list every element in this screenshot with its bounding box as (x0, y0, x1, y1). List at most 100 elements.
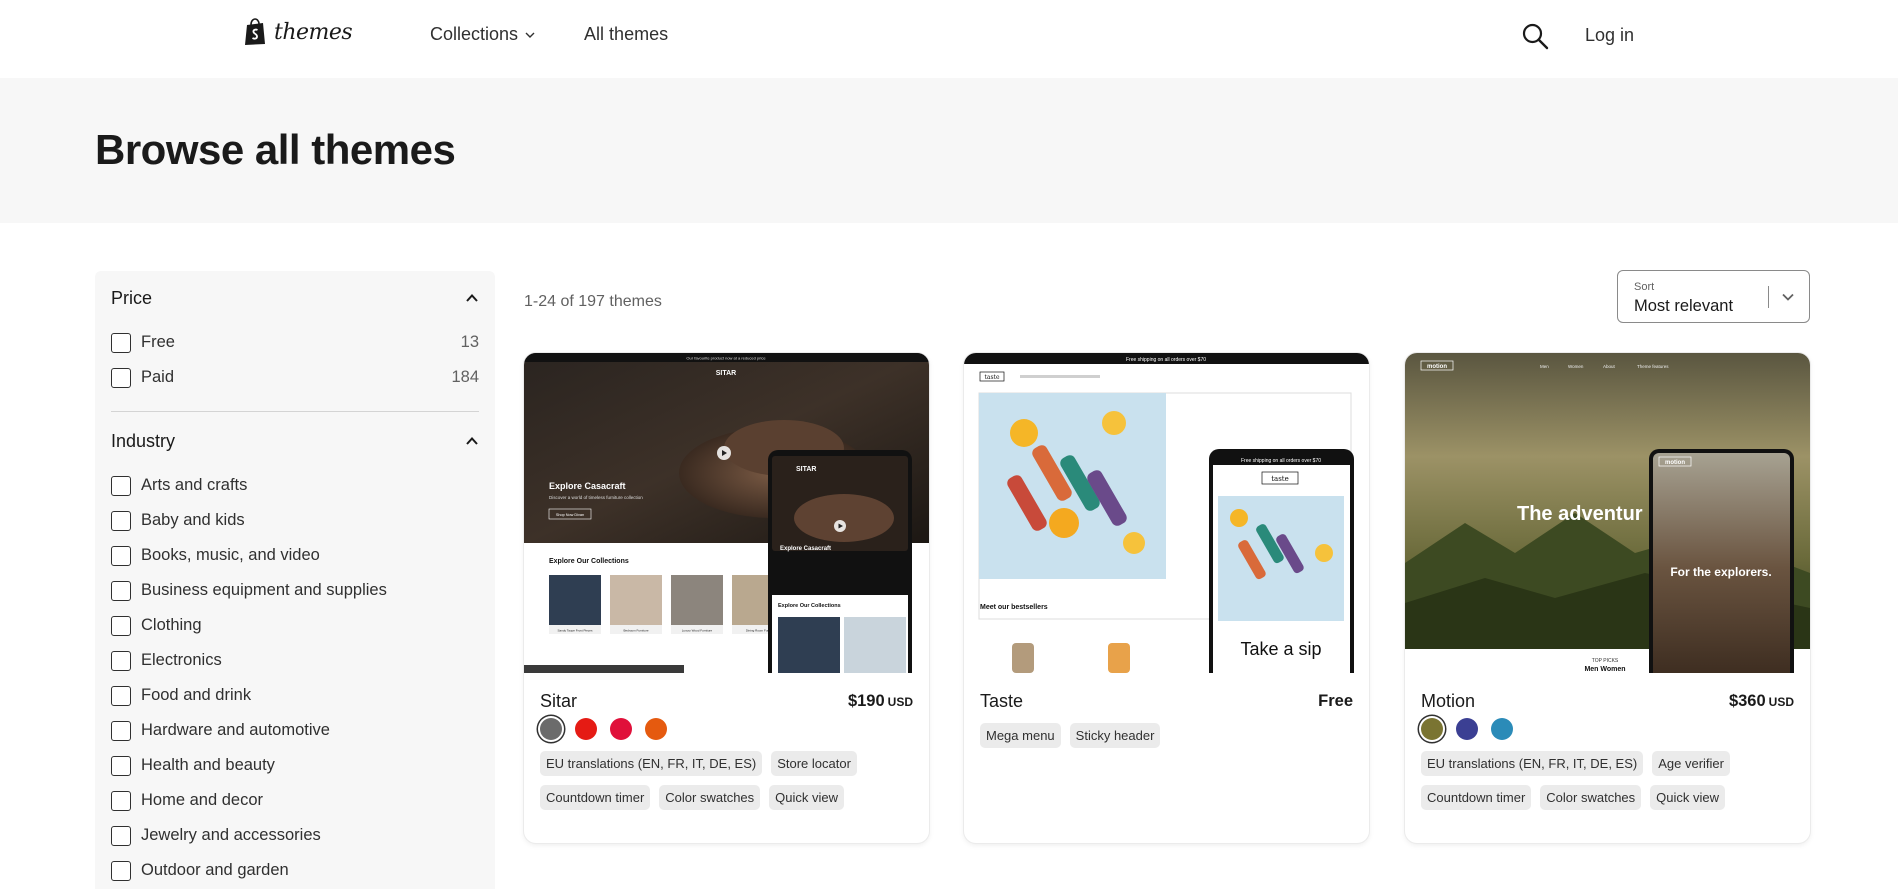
feature-tags: EU translations (EN, FR, IT, DE, ES) Stor… (540, 751, 920, 810)
theme-price: Free (1318, 692, 1353, 711)
theme-name[interactable]: Sitar (540, 691, 577, 712)
filter-checkbox[interactable] (111, 755, 131, 776)
filter-option[interactable]: Paid 184 (111, 360, 479, 395)
sort-select[interactable]: Sort Most relevant (1617, 270, 1810, 323)
color-swatch[interactable] (540, 718, 562, 740)
filter-option-label: Home and decor (141, 791, 263, 809)
price-filter-toggle[interactable]: Price (111, 271, 479, 325)
filter-checkbox[interactable] (111, 650, 131, 671)
color-swatch[interactable] (1491, 718, 1513, 740)
filter-checkbox[interactable] (111, 367, 131, 388)
filter-option[interactable]: Hardware and automotive (111, 713, 479, 748)
preview-nav-3: About (1603, 364, 1616, 369)
feature-tag: EU translations (EN, FR, IT, DE, ES) (540, 751, 763, 776)
preview-hero-heading: Explore Casacraft (549, 481, 626, 491)
price-currency: USD (1768, 695, 1794, 709)
filter-checkbox[interactable] (111, 510, 131, 531)
preview-collection-4: Dining Room Furn (746, 629, 771, 633)
filter-option[interactable]: Electronics (111, 643, 479, 678)
filter-option-count: 13 (460, 333, 479, 351)
filter-checkbox[interactable] (111, 545, 131, 566)
theme-preview-sitar[interactable]: Our favourite product now at a reduced p… (524, 353, 929, 673)
color-swatch[interactable] (1456, 718, 1478, 740)
preview-mobile-heading: Explore Casacraft (780, 546, 831, 552)
filter-option[interactable]: Outdoor and garden (111, 853, 479, 888)
theme-preview-taste[interactable]: Free shipping on all orders over $70 tas… (964, 353, 1369, 673)
preview-mobile-brand: motion (1665, 460, 1685, 466)
page-hero: Browse all themes (0, 78, 1898, 223)
feature-tag: Countdown timer (1421, 785, 1532, 810)
filter-checkbox[interactable] (111, 580, 131, 601)
filter-option-label: Arts and crafts (141, 476, 248, 494)
price-filter-title: Price (111, 287, 153, 308)
filter-divider (111, 411, 479, 412)
filter-option[interactable]: Arts and crafts (111, 468, 479, 503)
filter-checkbox[interactable] (111, 685, 131, 706)
color-swatch[interactable] (1421, 718, 1443, 740)
filter-option[interactable]: Jewelry and accessories (111, 818, 479, 853)
theme-preview-motion[interactable]: motion Men Women About Theme features Th… (1405, 353, 1810, 673)
theme-name[interactable]: Taste (980, 691, 1023, 712)
theme-card-taste[interactable]: Free shipping on all orders over $70 tas… (964, 353, 1369, 843)
preview-mobile-brand: taste (1271, 475, 1289, 483)
filter-checkbox[interactable] (111, 332, 131, 353)
nav-collections[interactable]: Collections (430, 24, 536, 45)
filter-option-label: Clothing (141, 616, 202, 634)
filter-option[interactable]: Home and decor (111, 783, 479, 818)
preview-hero-heading: The adventur (1517, 503, 1643, 525)
filter-option[interactable]: Business equipment and supplies (111, 573, 479, 608)
filter-option-label: Outdoor and garden (141, 861, 289, 879)
price-amount: $360 (1728, 692, 1766, 710)
filter-option-label: Paid (141, 368, 175, 386)
feature-tags: EU translations (EN, FR, IT, DE, ES) Age … (1421, 751, 1801, 810)
feature-tag: Color swatches (659, 785, 761, 810)
filter-option[interactable]: Free 13 (111, 325, 479, 360)
login-link[interactable]: Log in (1585, 25, 1634, 46)
filter-checkbox[interactable] (111, 475, 131, 496)
preview-mobile-heading: Take a sip (1240, 639, 1321, 659)
filter-checkbox[interactable] (111, 825, 131, 846)
preview-brand: SITAR (716, 370, 736, 377)
nav-all-themes[interactable]: All themes (584, 24, 668, 45)
feature-tag: Sticky header (1069, 723, 1161, 748)
chevron-up-icon (466, 294, 478, 302)
color-swatches (540, 718, 667, 740)
filter-option[interactable]: Books, music, and video (111, 538, 479, 573)
industry-filter-toggle[interactable]: Industry (111, 414, 479, 468)
preview-sub-links: Men Women (1584, 666, 1625, 673)
search-button[interactable] (1521, 22, 1549, 50)
color-swatch[interactable] (645, 718, 667, 740)
theme-name[interactable]: Motion (1421, 691, 1475, 712)
filter-option-count: 184 (451, 368, 479, 386)
price-filter-options: Free 13 Paid 184 (111, 325, 479, 395)
feature-tag: Store locator (771, 751, 857, 776)
filter-option-label: Health and beauty (141, 756, 275, 774)
preview-banner: Free shipping on all orders over $70 (1126, 357, 1206, 363)
filter-checkbox[interactable] (111, 860, 131, 881)
color-swatch[interactable] (610, 718, 632, 740)
shopify-bag-icon (244, 18, 266, 46)
price-amount: Free (1318, 692, 1353, 710)
price-currency: USD (887, 695, 913, 709)
filter-option[interactable]: Clothing (111, 608, 479, 643)
theme-card-sitar[interactable]: Our favourite product now at a reduced p… (524, 353, 929, 843)
filter-option-label: Food and drink (141, 686, 252, 704)
page-title: Browse all themes (95, 126, 456, 173)
feature-tag: Countdown timer (540, 785, 651, 810)
filter-checkbox[interactable] (111, 615, 131, 636)
preview-brand: motion (1427, 364, 1447, 370)
color-swatches (1421, 718, 1513, 740)
filter-option-label: Business equipment and supplies (141, 581, 387, 599)
preview-nav-2: Women (1568, 364, 1584, 369)
shopify-themes-logo[interactable]: themes (244, 18, 353, 46)
filter-checkbox[interactable] (111, 790, 131, 811)
nav-collections-label: Collections (430, 24, 519, 44)
color-swatch[interactable] (575, 718, 597, 740)
filter-option[interactable]: Food and drink (111, 678, 479, 713)
theme-card-motion[interactable]: motion Men Women About Theme features Th… (1405, 353, 1810, 843)
preview-nav-1: Men (1540, 364, 1549, 369)
filter-option[interactable]: Baby and kids (111, 503, 479, 538)
feature-tag: EU translations (EN, FR, IT, DE, ES) (1421, 751, 1644, 776)
filter-checkbox[interactable] (111, 720, 131, 741)
filter-option[interactable]: Health and beauty (111, 748, 479, 783)
